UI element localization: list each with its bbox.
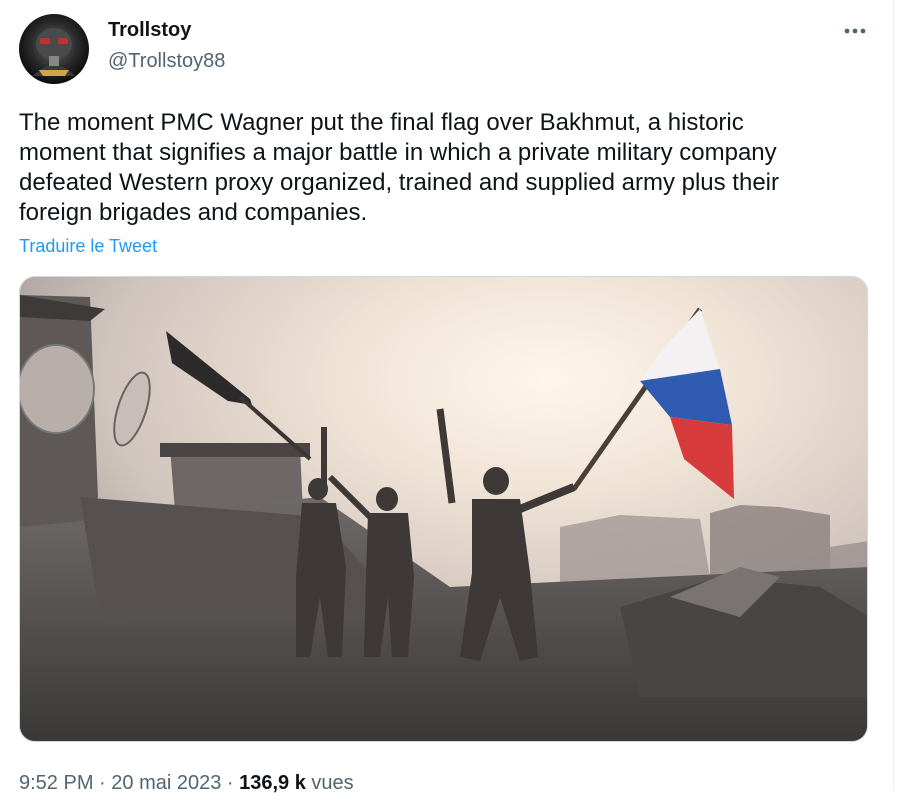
more-button[interactable] <box>838 16 872 46</box>
views-count: 136,9 k <box>239 772 306 794</box>
author-display-name[interactable]: Trollstoy <box>108 17 191 43</box>
avatar[interactable] <box>19 14 89 84</box>
tweet-media-image[interactable] <box>19 276 868 742</box>
meta-separator: · <box>221 772 240 794</box>
translate-tweet-link[interactable]: Traduire le Tweet <box>19 234 157 258</box>
meta-separator: · <box>93 772 112 794</box>
avatar-image <box>33 28 75 76</box>
photo-soldiers-flag <box>20 277 867 741</box>
tweet-time[interactable]: 9:52 PM <box>19 772 93 794</box>
column-divider <box>893 0 894 790</box>
more-horizontal-icon <box>844 28 866 34</box>
author-handle[interactable]: @Trollstoy88 <box>108 48 225 74</box>
views-label: vues <box>305 772 354 794</box>
tweet-date[interactable]: 20 mai 2023 <box>111 772 221 794</box>
tweet-text: The moment PMC Wagner put the final flag… <box>19 109 779 226</box>
tweet-meta: 9:52 PM · 20 mai 2023 · 136,9 k vues <box>19 770 354 796</box>
